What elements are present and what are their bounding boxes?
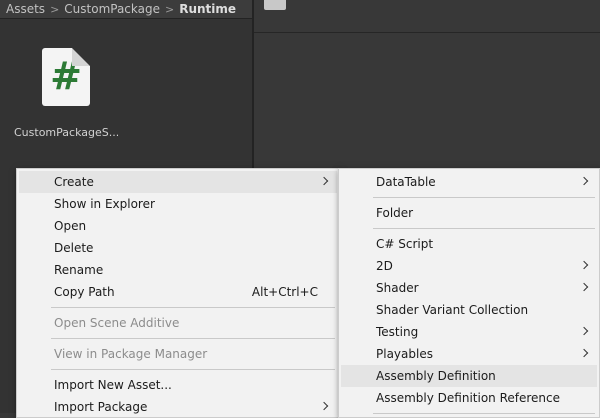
submenu-item-assembly-definition[interactable]: Assembly Definition	[341, 365, 597, 387]
menu-item-label: Playables	[376, 347, 433, 361]
menu-item-create[interactable]: Create	[19, 171, 337, 193]
submenu-item-shader-variant-collection[interactable]: Shader Variant Collection	[341, 299, 597, 321]
menu-item-label: Delete	[54, 241, 94, 255]
submenu-item-folder[interactable]: Folder	[341, 202, 597, 224]
submenu-item-assembly-definition-reference[interactable]: Assembly Definition Reference	[341, 387, 597, 409]
menu-separator	[51, 369, 335, 370]
submenu-item-csharp-script[interactable]: C# Script	[341, 233, 597, 255]
menu-separator	[51, 307, 335, 308]
menu-item-label: 2D	[376, 259, 393, 273]
breadcrumb-separator-icon: >	[165, 2, 175, 16]
menu-item-open-scene-additive: Open Scene Additive	[19, 312, 337, 334]
breadcrumb-separator-icon: >	[50, 2, 60, 16]
chevron-right-icon	[579, 176, 589, 186]
breadcrumb-runtime[interactable]: Runtime	[179, 2, 236, 16]
chevron-right-icon	[579, 348, 589, 358]
submenu-item-playables[interactable]: Playables	[341, 343, 597, 365]
submenu-item-testing[interactable]: Testing	[341, 321, 597, 343]
menu-item-delete[interactable]: Delete	[19, 237, 337, 259]
menu-item-label: Show in Explorer	[54, 197, 155, 211]
inspector-toolbar	[254, 0, 600, 33]
menu-item-label: Copy Path	[54, 285, 115, 299]
menu-item-copy-path[interactable]: Copy Path Alt+Ctrl+C	[19, 281, 337, 303]
menu-item-label: View in Package Manager	[54, 347, 208, 361]
chevron-right-icon	[319, 176, 329, 186]
menu-item-show-in-explorer[interactable]: Show in Explorer	[19, 193, 337, 215]
breadcrumb-assets[interactable]: Assets	[6, 2, 45, 16]
menu-item-rename[interactable]: Rename	[19, 259, 337, 281]
menu-item-label: Assembly Definition Reference	[376, 391, 561, 405]
menu-item-label: Import Package	[54, 400, 148, 414]
menu-item-import-new-asset[interactable]: Import New Asset...	[19, 374, 337, 396]
hash-glyph: #	[50, 54, 82, 98]
menu-item-label: Rename	[54, 263, 104, 277]
menu-item-label: Folder	[376, 206, 414, 220]
submenu-item-shader[interactable]: Shader	[341, 277, 597, 299]
menu-item-label: Testing	[376, 325, 419, 339]
menu-item-import-package[interactable]: Import Package	[19, 396, 337, 418]
menu-item-label: Open	[54, 219, 87, 233]
menu-separator	[51, 338, 335, 339]
menu-separator	[373, 197, 595, 198]
menu-item-label: Import New Asset...	[54, 378, 172, 392]
asset-tile[interactable]: # CustomPackageS...	[14, 48, 118, 139]
menu-item-label: C# Script	[376, 237, 434, 251]
menu-item-label: Assembly Definition	[376, 369, 496, 383]
menu-item-shortcut: Alt+Ctrl+C	[251, 285, 318, 299]
asset-label: CustomPackageS...	[14, 126, 118, 139]
menu-item-open[interactable]: Open	[19, 215, 337, 237]
menu-item-label: Shader	[376, 281, 419, 295]
menu-item-label: Shader Variant Collection	[376, 303, 529, 317]
create-submenu: DataTable Folder C# Script 2D Shader Sha…	[338, 168, 600, 418]
chevron-right-icon	[319, 401, 329, 411]
breadcrumb: Assets > CustomPackage > Runtime	[0, 0, 252, 19]
menu-item-label: Open Scene Additive	[54, 316, 180, 330]
submenu-item-2d[interactable]: 2D	[341, 255, 597, 277]
chevron-right-icon	[579, 326, 589, 336]
menu-item-label: DataTable	[376, 175, 436, 189]
chevron-right-icon	[579, 260, 589, 270]
chevron-right-icon	[579, 282, 589, 292]
menu-item-view-in-package-manager: View in Package Manager	[19, 343, 337, 365]
menu-separator	[373, 413, 595, 414]
context-menu: Create Show in Explorer Open Delete Rena…	[16, 168, 340, 418]
menu-item-label: Create	[54, 175, 94, 189]
csharp-script-icon: #	[42, 48, 90, 106]
menu-separator	[373, 228, 595, 229]
submenu-item-datatable[interactable]: DataTable	[341, 171, 597, 193]
toolbar-chip[interactable]	[264, 0, 286, 10]
breadcrumb-custompackage[interactable]: CustomPackage	[64, 2, 160, 16]
